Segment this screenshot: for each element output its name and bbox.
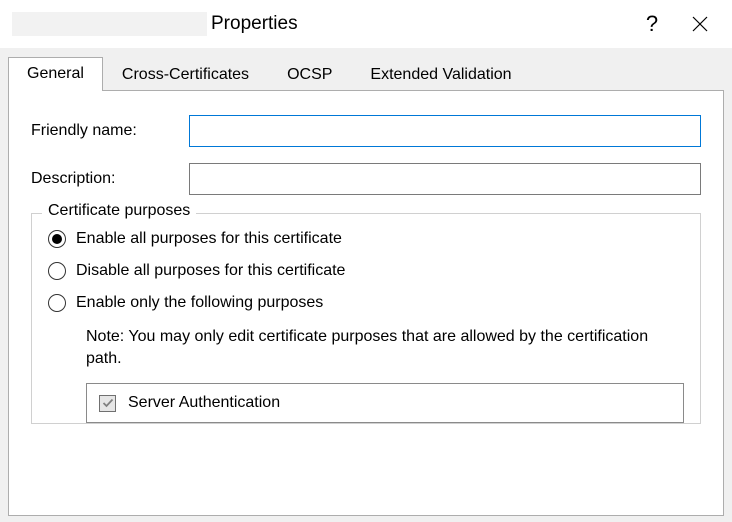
close-icon xyxy=(692,16,708,32)
window-title: Properties xyxy=(211,13,298,35)
certificate-purposes-legend: Certificate purposes xyxy=(42,202,196,220)
radio-icon xyxy=(48,262,66,280)
radio-enable-all-label: Enable all purposes for this certificate xyxy=(76,230,342,248)
purposes-note: Note: You may only edit certificate purp… xyxy=(86,326,684,369)
radio-enable-all[interactable]: Enable all purposes for this certificate xyxy=(48,230,684,248)
redacted-name xyxy=(12,12,207,36)
friendly-name-label: Friendly name: xyxy=(31,122,189,140)
friendly-name-input[interactable] xyxy=(189,115,701,147)
description-label: Description: xyxy=(31,170,189,188)
title-bar: Properties ? xyxy=(0,0,732,48)
tab-extended-validation[interactable]: Extended Validation xyxy=(351,59,530,91)
tab-general[interactable]: General xyxy=(8,57,103,91)
radio-enable-only-label: Enable only the following purposes xyxy=(76,294,323,312)
purpose-list: Server Authentication xyxy=(86,383,684,423)
tab-ocsp[interactable]: OCSP xyxy=(268,59,351,91)
radio-disable-all-label: Disable all purposes for this certificat… xyxy=(76,262,345,280)
description-row: Description: xyxy=(31,163,701,195)
radio-enable-only[interactable]: Enable only the following purposes xyxy=(48,294,684,312)
close-button[interactable] xyxy=(676,4,724,44)
help-button[interactable]: ? xyxy=(628,4,676,44)
radio-icon xyxy=(48,294,66,312)
friendly-name-row: Friendly name: xyxy=(31,115,701,147)
tab-cross-certificates[interactable]: Cross-Certificates xyxy=(103,59,268,91)
purpose-item[interactable]: Server Authentication xyxy=(99,394,671,412)
description-input[interactable] xyxy=(189,163,701,195)
radio-disable-all[interactable]: Disable all purposes for this certificat… xyxy=(48,262,684,280)
tab-panel-general: Friendly name: Description: Certificate … xyxy=(8,90,724,516)
checkbox-icon xyxy=(99,395,116,412)
tab-strip: General Cross-Certificates OCSP Extended… xyxy=(8,57,724,91)
content-area: General Cross-Certificates OCSP Extended… xyxy=(0,48,732,522)
certificate-purposes-group: Certificate purposes Enable all purposes… xyxy=(31,213,701,424)
purpose-item-label: Server Authentication xyxy=(128,394,280,412)
radio-icon xyxy=(48,230,66,248)
